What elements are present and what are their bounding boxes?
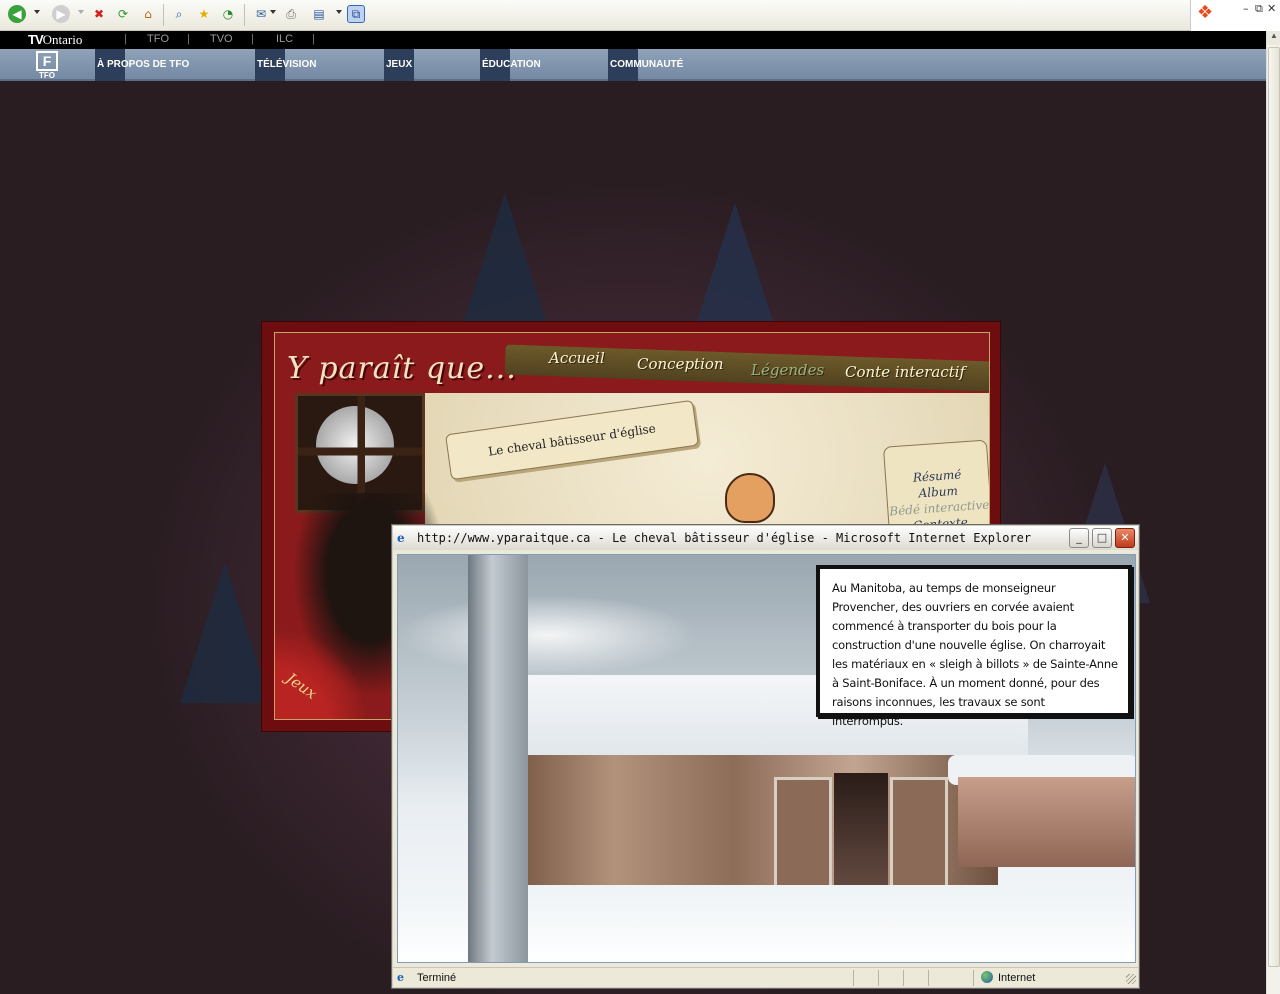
- mail-icon[interactable]: ✉: [252, 5, 270, 23]
- restore-icon[interactable]: ⧉: [1255, 2, 1263, 16]
- back-icon[interactable]: ◀: [8, 5, 26, 23]
- story-text: Au Manitoba, au temps de monseigneur Pro…: [832, 581, 1118, 728]
- minimize-icon[interactable]: –: [1243, 2, 1249, 15]
- mail-dropdown-icon[interactable]: [270, 10, 276, 14]
- stop-icon[interactable]: ✖: [90, 5, 108, 23]
- main-nav: F TFO À PROPOS DE TFO TÉLÉVISION JEUX ÉD…: [0, 49, 1266, 81]
- favorites-icon[interactable]: ★: [195, 5, 213, 23]
- windows-flag-area: ❖ – ⧉ ✕: [1190, 0, 1280, 31]
- tvontario-logo[interactable]: TVOntario: [28, 32, 82, 48]
- divider: |: [187, 33, 190, 45]
- tfo-logo[interactable]: F TFO: [34, 51, 60, 81]
- status-divider: [903, 970, 904, 986]
- top-link-tvo[interactable]: TVO: [210, 33, 233, 45]
- search-icon[interactable]: ⌕: [170, 5, 188, 23]
- edit-icon[interactable]: ▤: [310, 5, 328, 23]
- forward-dropdown-icon[interactable]: [78, 10, 84, 14]
- corner-ornament: [275, 623, 365, 719]
- nav-label: COMMUNAUTÉ: [610, 59, 684, 70]
- ie-icon: e: [397, 531, 405, 545]
- tfo-logo-mark: F: [36, 51, 58, 71]
- nav-item-education[interactable]: ÉDUCATION: [480, 49, 541, 81]
- messenger-icon[interactable]: ⧉: [347, 5, 365, 23]
- page-status-icon: e: [397, 971, 404, 984]
- status-divider: [928, 970, 929, 986]
- snowy-branches: [398, 595, 698, 675]
- top-link-tfo[interactable]: TFO: [147, 33, 169, 45]
- zone-text: Internet: [998, 972, 1036, 984]
- game-menu-conception[interactable]: Conception: [637, 355, 724, 373]
- nav-label: À PROPOS DE TFO: [97, 59, 190, 70]
- nav-item-communaute[interactable]: COMMUNAUTÉ: [608, 49, 683, 81]
- popup-statusbar: e Terminé Internet: [393, 967, 1138, 987]
- tree-trunk: [468, 555, 528, 962]
- popup-window: e http://www.yparaitque.ca - Le cheval b…: [391, 524, 1140, 989]
- internet-zone-icon: [981, 971, 993, 983]
- status-text: Terminé: [417, 972, 457, 984]
- game-menu-legendes[interactable]: Légendes: [751, 361, 824, 379]
- status-divider: [853, 970, 854, 986]
- game-menu-conte-interactif[interactable]: Conte interactif: [845, 363, 965, 381]
- forward-icon[interactable]: ▶: [52, 5, 70, 23]
- toolbar-separator: [244, 4, 245, 26]
- close-icon[interactable]: ✕: [1267, 2, 1276, 15]
- status-divider: [973, 970, 974, 986]
- tfo-logo-label: TFO: [39, 71, 55, 80]
- scroll-thumb[interactable]: [1268, 47, 1280, 967]
- popup-content: Au Manitoba, au temps de monseigneur Pro…: [397, 554, 1136, 963]
- resize-grip-icon[interactable]: [1126, 974, 1136, 984]
- divider: |: [312, 33, 315, 45]
- browser-toolbar: ◀ ▶ ✖ ⟳ ⌂ ⌕ ★ ◔ ✉ ⎙ ▤ ⧉ ❖ – ⧉ ✕: [0, 0, 1280, 31]
- game-menu-accueil[interactable]: Accueil: [549, 349, 605, 367]
- divider: |: [251, 33, 254, 45]
- popup-maximize-button[interactable]: □: [1092, 528, 1112, 548]
- popup-minimize-button[interactable]: _: [1069, 528, 1089, 548]
- status-divider: [878, 970, 879, 986]
- nav-item-jeux[interactable]: JEUX: [384, 49, 414, 81]
- history-icon[interactable]: ◔: [219, 5, 237, 23]
- nav-item-television[interactable]: TÉLÉVISION: [255, 49, 316, 81]
- windows-logo-icon: ❖: [1197, 2, 1214, 23]
- story-text-box: Au Manitoba, au temps de monseigneur Pro…: [816, 565, 1132, 728]
- bg-tree: [180, 563, 270, 703]
- refresh-icon[interactable]: ⟳: [114, 5, 132, 23]
- toolbar-separator: [163, 4, 164, 26]
- site-top-bar: TVOntario | TFO | TVO | ILC |: [0, 31, 1266, 49]
- game-title: Y paraît que...: [287, 351, 517, 386]
- nav-item-a-propos[interactable]: À PROPOS DE TFO: [95, 49, 189, 81]
- bg-tree: [460, 193, 550, 333]
- character-avatar: [725, 473, 775, 523]
- popup-titlebar[interactable]: e http://www.yparaitque.ca - Le cheval b…: [393, 526, 1138, 550]
- print-icon[interactable]: ⎙: [282, 5, 300, 23]
- nav-label: JEUX: [386, 59, 413, 70]
- cabin: [958, 777, 1135, 867]
- nav-label: TÉLÉVISION: [257, 59, 317, 70]
- barn-door-open: [834, 773, 888, 903]
- edit-dropdown-icon[interactable]: [336, 10, 342, 14]
- home-icon[interactable]: ⌂: [139, 5, 157, 23]
- top-link-ilc[interactable]: ILC: [276, 33, 293, 45]
- nav-label: ÉDUCATION: [482, 59, 541, 70]
- scroll-up-icon[interactable]: ▲: [1267, 31, 1280, 45]
- page-scrollbar[interactable]: ▲: [1266, 31, 1280, 994]
- back-dropdown-icon[interactable]: [34, 10, 40, 14]
- divider: |: [124, 33, 127, 45]
- popup-close-button[interactable]: ✕: [1115, 528, 1135, 548]
- popup-title: http://www.yparaitque.ca - Le cheval bât…: [417, 531, 1032, 545]
